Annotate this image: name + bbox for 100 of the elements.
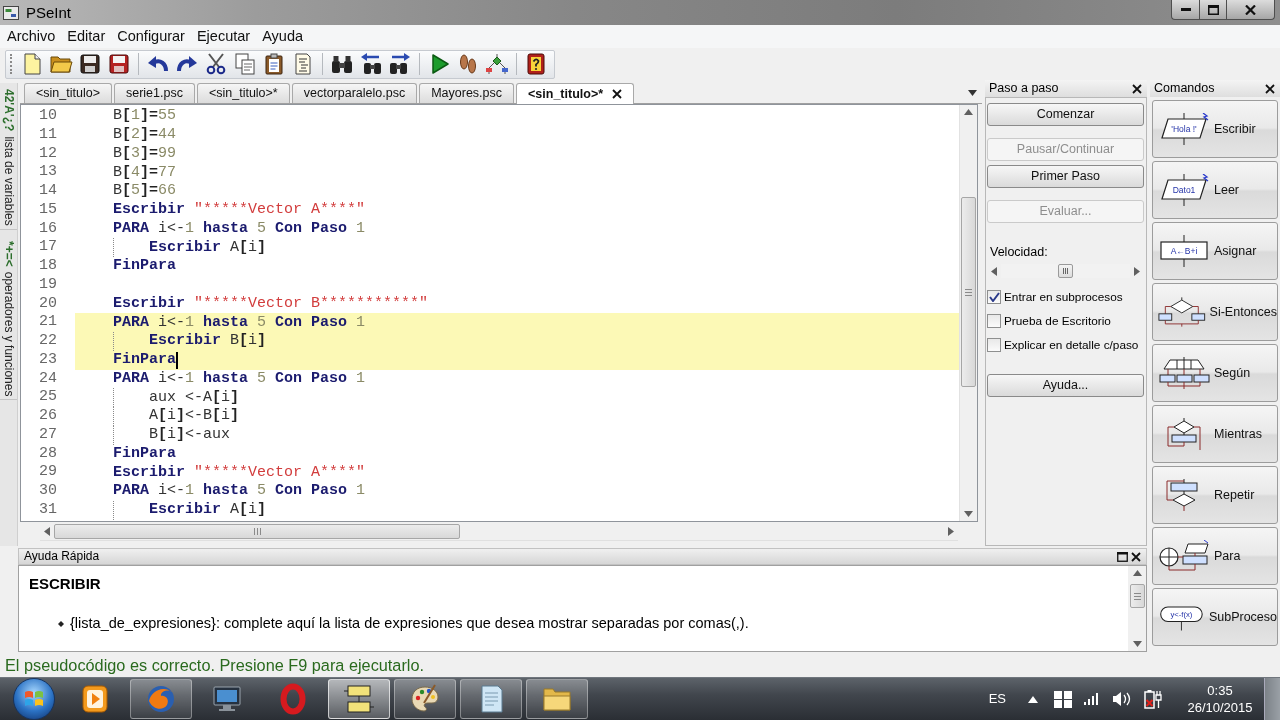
flowchart-symbol-icon bbox=[1158, 296, 1206, 328]
up-arrow-icon[interactable] bbox=[1132, 570, 1142, 576]
line-number: 27 bbox=[38, 425, 57, 445]
taskbar-button[interactable] bbox=[460, 679, 522, 719]
scrollbar-thumb[interactable] bbox=[54, 523, 460, 539]
help-button[interactable]: Ayuda... bbox=[987, 374, 1144, 397]
code-line: B[3]=99 bbox=[113, 144, 177, 163]
command-button[interactable]: Según bbox=[1152, 344, 1278, 402]
command-button[interactable]: 'Hola !' Escribir bbox=[1152, 100, 1278, 158]
vertical-scrollbar[interactable] bbox=[1128, 566, 1146, 651]
close-icon[interactable] bbox=[1131, 551, 1141, 562]
code-line: Escribir "*****Vector B***********" bbox=[113, 294, 429, 313]
command-button[interactable]: Repetir bbox=[1152, 466, 1278, 524]
command-button[interactable]: A←B+i Asignar bbox=[1152, 222, 1278, 280]
close-icon bbox=[1245, 4, 1256, 15]
command-button[interactable]: Para bbox=[1152, 527, 1278, 585]
menu-item[interactable]: Ejecutar bbox=[190, 27, 257, 46]
checkbox[interactable] bbox=[987, 314, 1001, 328]
speed-label: Velocidad: bbox=[989, 245, 1049, 260]
code-line: PARA i<-1 hasta 5 Con Paso 1 bbox=[113, 313, 366, 332]
help-icon[interactable] bbox=[524, 52, 548, 76]
clock-date[interactable]: 26/10/2015 bbox=[1187, 699, 1253, 716]
checkbox[interactable] bbox=[987, 338, 1001, 352]
four-squares-icon[interactable] bbox=[1054, 690, 1072, 708]
file-tab[interactable]: <sin_titulo>* bbox=[196, 83, 290, 103]
file-tab[interactable]: <sin_titulo> bbox=[24, 83, 112, 103]
flowchart-icon[interactable] bbox=[485, 52, 509, 76]
taskbar-button[interactable] bbox=[394, 679, 456, 719]
file-tab[interactable]: Mayores.psc bbox=[419, 83, 515, 103]
down-arrow-icon[interactable] bbox=[1132, 641, 1142, 647]
close-icon[interactable] bbox=[1265, 83, 1275, 94]
restore-icon[interactable] bbox=[1117, 551, 1128, 562]
code-line: Escribir B[i] bbox=[149, 332, 267, 351]
code-line: FinPara bbox=[113, 351, 176, 370]
binoculars-arrow-icon[interactable] bbox=[359, 52, 383, 76]
line-number: 18 bbox=[38, 257, 57, 276]
speaker-icon[interactable] bbox=[1112, 691, 1132, 707]
file-tab[interactable]: serie1.psc bbox=[113, 83, 195, 103]
checkbox-label: Explicar en detalle c/paso bbox=[1004, 337, 1139, 353]
down-arrow-icon[interactable] bbox=[964, 511, 973, 517]
panel-title: Paso a paso bbox=[989, 81, 1059, 96]
code-line: A[i]<-B[i] bbox=[149, 407, 240, 426]
command-button[interactable]: Mientras bbox=[1152, 405, 1278, 463]
close-icon[interactable] bbox=[1132, 83, 1142, 94]
menu-item[interactable]: Ayuda bbox=[256, 27, 309, 46]
maximize-icon bbox=[1207, 4, 1219, 15]
file-tab[interactable]: <sin_titulo>* bbox=[516, 83, 635, 104]
menu-item[interactable]: Archivo bbox=[1, 27, 62, 46]
clipboard-icon[interactable] bbox=[262, 52, 286, 76]
checkbox-label: Prueba de Escritorio bbox=[1004, 313, 1111, 329]
scrollbar-thumb[interactable] bbox=[1129, 584, 1145, 608]
code-line: PARA i<-1 hasta 5 Con Paso 1 bbox=[113, 369, 366, 388]
code-line: FinPara bbox=[113, 257, 176, 276]
maximize-button[interactable] bbox=[1199, 0, 1227, 20]
line-number: 19 bbox=[38, 275, 57, 295]
line-number: 14 bbox=[38, 182, 57, 201]
up-arrow-icon[interactable] bbox=[964, 109, 973, 115]
line-number: 16 bbox=[38, 219, 57, 239]
scissors-icon[interactable] bbox=[204, 52, 228, 76]
menu-item[interactable]: Configurar bbox=[111, 27, 191, 46]
slider-thumb[interactable] bbox=[1058, 264, 1073, 278]
close-icon[interactable] bbox=[612, 89, 623, 99]
right-arrow-icon[interactable] bbox=[948, 526, 954, 536]
minimize-button[interactable] bbox=[1171, 0, 1199, 20]
battery-plug-icon[interactable] bbox=[1144, 689, 1162, 709]
left-arrow-icon[interactable] bbox=[991, 266, 997, 276]
start-button[interactable] bbox=[13, 678, 55, 720]
checkbox[interactable] bbox=[987, 290, 1001, 304]
command-button[interactable]: Dato1 Leer bbox=[1152, 161, 1278, 219]
code-line: PARA i<-1 hasta 5 Con Paso 1 bbox=[113, 482, 366, 501]
left-arrow-icon[interactable] bbox=[44, 526, 50, 536]
taskbar-button[interactable] bbox=[328, 679, 390, 719]
code-line: B[1]=55 bbox=[113, 107, 177, 126]
line-number: 29 bbox=[38, 463, 57, 482]
line-number: 28 bbox=[38, 444, 57, 464]
checkbox-label: Entrar en subprocesos bbox=[1004, 289, 1123, 305]
up-arrow-icon[interactable] bbox=[1028, 695, 1038, 703]
side-panel-tab[interactable]: *+=< operadores y funciones bbox=[0, 237, 17, 401]
dropdown-arrow-icon[interactable] bbox=[968, 90, 977, 96]
signal-bars-icon[interactable] bbox=[1084, 693, 1098, 705]
step-control-button[interactable]: Comenzar bbox=[987, 103, 1144, 126]
line-number: 10 bbox=[38, 107, 57, 126]
code-line: B[4]=77 bbox=[113, 163, 177, 182]
side-panel-tab[interactable]: 42'A'¿? lista de variables bbox=[0, 86, 17, 230]
flowchart-symbol-icon bbox=[1158, 540, 1210, 572]
menu-item[interactable]: Editar bbox=[61, 27, 112, 46]
code-editor[interactable] bbox=[20, 104, 978, 522]
file-tab[interactable]: vectorparalelo.psc bbox=[291, 83, 418, 103]
copy-icon[interactable] bbox=[233, 52, 257, 76]
language-indicator[interactable]: ES bbox=[988, 691, 1006, 707]
close-button[interactable] bbox=[1227, 0, 1275, 20]
vertical-scrollbar[interactable] bbox=[959, 105, 977, 521]
binoculars-arrow-icon[interactable] bbox=[388, 52, 412, 76]
scrollbar-thumb[interactable] bbox=[961, 197, 976, 387]
clock-time[interactable]: 0:35 bbox=[1207, 682, 1233, 699]
step-control-button[interactable]: Primer Paso bbox=[987, 165, 1144, 188]
command-button[interactable]: Si-Entonces bbox=[1152, 283, 1278, 341]
taskbar-button[interactable] bbox=[526, 679, 588, 719]
code-line: Escribir A[i] bbox=[149, 238, 267, 257]
right-arrow-icon[interactable] bbox=[1134, 266, 1140, 276]
